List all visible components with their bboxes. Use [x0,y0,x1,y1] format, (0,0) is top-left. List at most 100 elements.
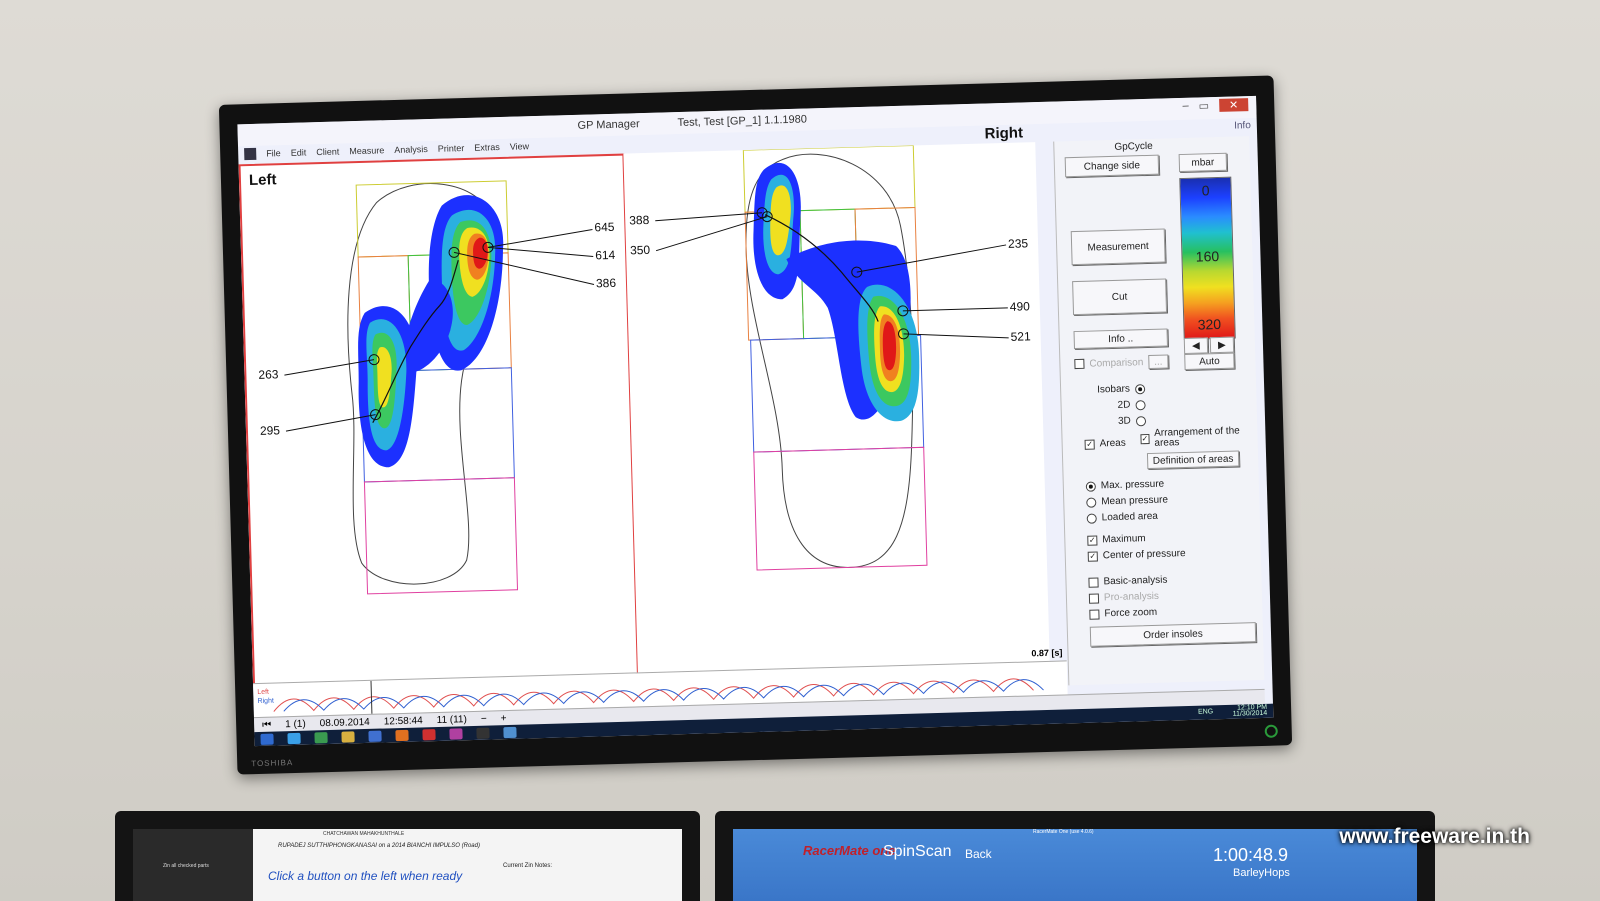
back-button[interactable]: Back [965,847,992,861]
right-foot-pane[interactable]: Right 388 350 235 490 521 [623,124,1050,676]
2d-option[interactable]: 2D [1117,399,1146,411]
mean-pressure-radio[interactable] [1086,497,1097,508]
3d-radio[interactable] [1135,415,1146,426]
control-panel: GpCycle Change side mbar 0 160 320 Measu… [1053,136,1265,686]
left-callout-263: 263 [258,367,279,382]
start-icon[interactable] [260,733,274,745]
order-insoles-button[interactable]: Order insoles [1089,622,1257,647]
arrangement-option[interactable]: ✓ Arrangement of the areas [1140,425,1251,449]
pdf-icon[interactable] [422,728,436,740]
window-title: GP Manager [577,118,640,132]
mean-pressure-option[interactable]: Mean pressure [1086,495,1168,508]
menu-view[interactable]: View [510,141,530,152]
center-of-pressure-option[interactable]: ✓ Center of pressure [1087,548,1186,562]
maximum-checkbox[interactable]: ✓ [1087,535,1098,546]
gp-manager-task-icon[interactable] [503,726,517,738]
record-count: 11 (11) [436,713,468,726]
force-zoom-option[interactable]: Force zoom [1089,607,1157,620]
right-foot-label: Right [984,124,1024,143]
left-callout-614: 614 [595,247,616,263]
scale-right-arrow-icon[interactable]: ▶ [1209,336,1235,354]
menu-edit[interactable]: Edit [291,147,307,157]
close-button[interactable]: ✕ [1218,98,1249,112]
force-zoom-checkbox[interactable] [1089,608,1100,620]
pro-analysis-label: Pro-analysis [1103,590,1160,604]
panel-header: GpCycle [1114,140,1153,153]
zoom-out-icon[interactable]: − [481,713,487,724]
menu-measure[interactable]: Measure [349,145,384,156]
scale-tick-160: 160 [1195,247,1220,265]
bottom-left-athlete: RUPADEJ SUTTHIPHONGKANASAI on a 2014 BIA… [278,843,480,849]
zoom-in-icon[interactable]: + [501,713,507,724]
loaded-area-option[interactable]: Loaded area [1086,510,1159,524]
app-tool-icon[interactable] [449,727,463,740]
arrangement-checkbox[interactable]: ✓ [1140,434,1150,445]
left-pressure-map [284,180,595,595]
center-of-pressure-checkbox[interactable]: ✓ [1087,550,1098,562]
system-clock[interactable]: 12:10 PM 11/30/2014 [1232,704,1268,718]
right-callout-350: 350 [629,242,651,258]
center-of-pressure-label: Center of pressure [1102,548,1186,562]
definition-of-areas-button[interactable]: Definition of areas [1146,450,1240,470]
pro-analysis-checkbox[interactable] [1088,592,1100,604]
areas-checkbox[interactable]: ✓ [1084,439,1095,450]
language-indicator[interactable]: ENG [1198,708,1213,715]
right-callout-490: 490 [1009,299,1031,314]
isobars-radio[interactable] [1134,383,1146,394]
comparison-more-button[interactable]: ... [1148,354,1169,370]
right-callout-235: 235 [1007,236,1029,251]
auto-scale-button[interactable]: Auto [1184,352,1235,370]
basic-analysis-checkbox[interactable] [1088,576,1099,588]
menu-analysis[interactable]: Analysis [394,144,428,155]
ie-icon[interactable] [287,732,301,744]
menu-client[interactable]: Client [316,147,339,158]
max-pressure-option[interactable]: Max. pressure [1085,479,1164,492]
loaded-area-radio[interactable] [1086,513,1097,524]
3d-option[interactable]: 3D [1118,415,1146,427]
explorer-icon[interactable] [341,730,355,743]
status-date: 08.09.2014 [319,716,370,729]
scale-left-arrow-icon[interactable]: ◀ [1183,337,1209,355]
basic-analysis-option[interactable]: Basic-analysis [1088,575,1168,588]
gp-manager-window: GP Manager Test, Test [GP_1] 1.1.1980 – … [237,95,1274,747]
menu-extras[interactable]: Extras [474,142,500,153]
comparison-checkbox[interactable] [1074,358,1085,370]
firefox-icon[interactable] [395,729,409,741]
spinscan-label: SpinScan [883,843,952,860]
change-side-button[interactable]: Change side [1064,154,1160,178]
maximize-button[interactable]: ▭ [1198,99,1209,112]
3d-label: 3D [1117,415,1131,427]
right-callout-521: 521 [1010,329,1031,344]
right-callout-388: 388 [629,212,650,228]
isobars-option[interactable]: Isobars [1097,383,1146,395]
scale-tick-0: 0 [1201,182,1210,199]
racermate-logo: RacerMate one [803,843,896,858]
2d-label: 2D [1117,399,1131,411]
minimize-button[interactable]: – [1182,100,1188,113]
store-icon[interactable] [314,731,328,743]
comparison-option[interactable]: Comparison ... [1074,354,1169,371]
menu-file[interactable]: File [266,148,281,158]
bottom-left-prompt: Click a button on the left when ready [268,869,463,883]
areas-option[interactable]: ✓ Areas [1084,438,1126,450]
unit-button[interactable]: mbar [1178,152,1228,173]
2d-radio[interactable] [1135,399,1146,410]
app-icon[interactable] [244,147,257,161]
v7-icon[interactable] [476,727,490,739]
bottom-left-notes: Current Zin Notes: [503,863,553,869]
menu-printer[interactable]: Printer [438,143,465,154]
clock-date: 11/30/2014 [1232,709,1268,718]
pro-analysis-option[interactable]: Pro-analysis [1088,590,1160,604]
network-icon[interactable] [368,730,382,742]
nav-first-icon[interactable]: ⏮ [262,719,271,730]
measurement-button[interactable]: Measurement [1070,228,1166,266]
loaded-area-label: Loaded area [1101,510,1159,524]
max-pressure-radio[interactable] [1085,481,1096,492]
bottom-left-list-item[interactable]: Zin all checked parts [163,863,209,869]
info-button[interactable]: Info .. [1073,328,1168,350]
cut-button[interactable]: Cut [1072,278,1168,316]
maximum-option[interactable]: ✓ Maximum [1087,533,1146,546]
info-link[interactable]: Info [1234,120,1251,131]
left-foot-pane[interactable]: Left 645 614 386 263 295 [238,153,639,687]
status-time: 12:58:44 [383,714,423,727]
